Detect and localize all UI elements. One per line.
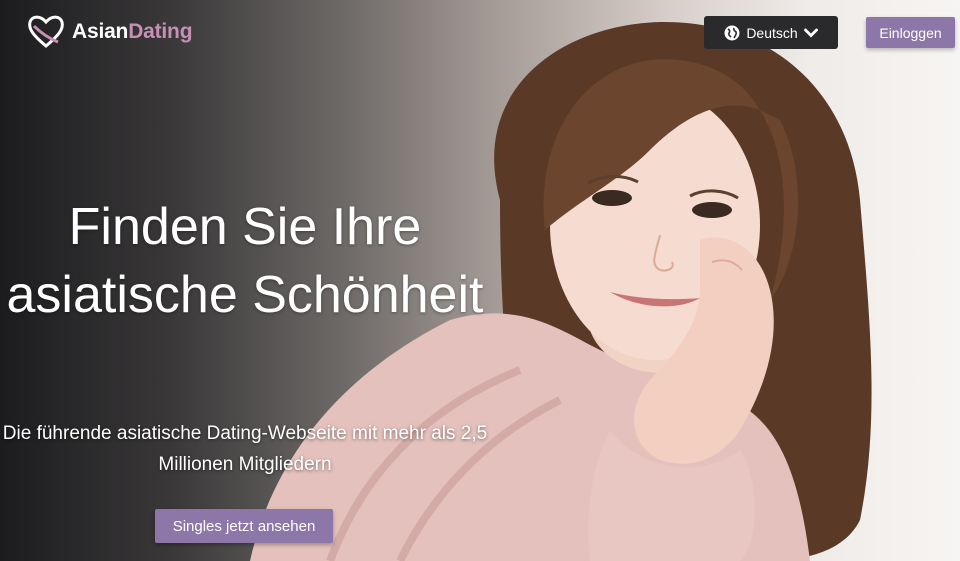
- language-label: Deutsch: [746, 24, 798, 41]
- language-selector-button[interactable]: Deutsch: [704, 16, 838, 49]
- hero-headline: Finden Sie Ihre asiatische Schönheit: [6, 198, 484, 324]
- brand-name-part1: Asian: [72, 20, 129, 43]
- hero-subheadline: Die führende asiatische Dating-Webseite …: [2, 423, 488, 475]
- heart-logo-icon: [28, 15, 64, 48]
- brand-logo[interactable]: AsianDating: [26, 14, 193, 50]
- chevron-down-icon: [803, 28, 818, 37]
- brand-name-part2: Dating: [128, 20, 193, 43]
- login-button[interactable]: Einloggen: [866, 17, 955, 48]
- brand-name: AsianDating: [72, 20, 193, 44]
- view-singles-button[interactable]: Singles jetzt ansehen: [155, 509, 333, 543]
- hero-section: AsianDating Deutsch Einloggen Finden Sie…: [0, 0, 960, 561]
- globe-icon: [724, 25, 740, 40]
